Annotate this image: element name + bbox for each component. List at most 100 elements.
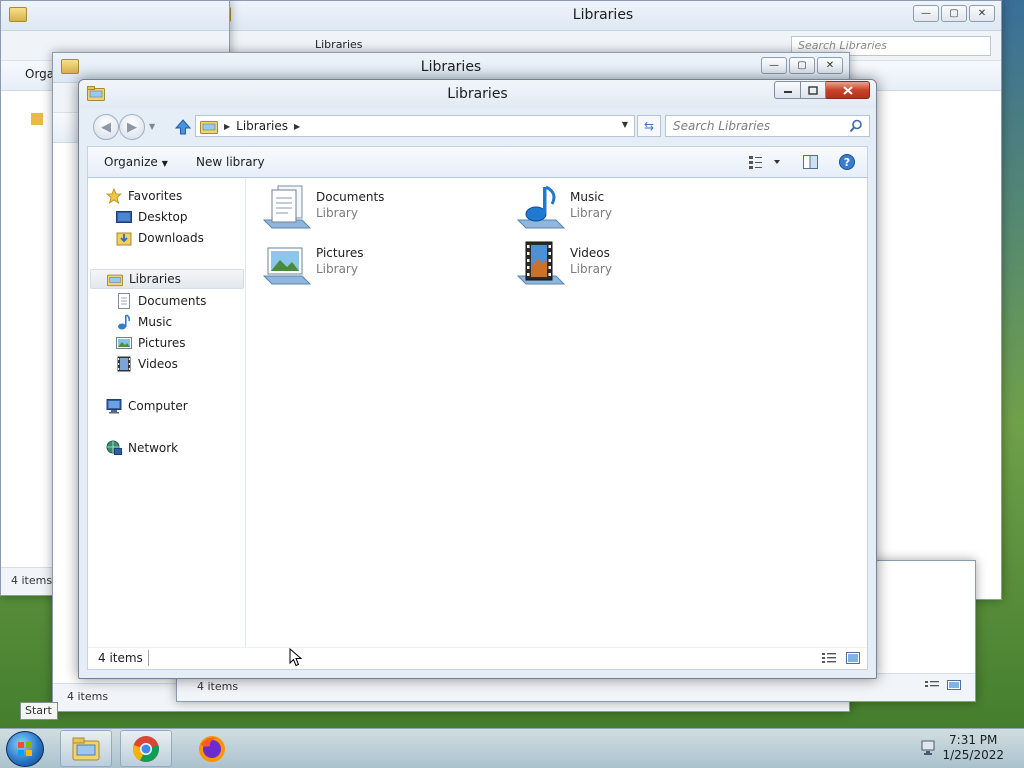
maximize-button[interactable]: ▢ [789,57,815,74]
start-button[interactable] [6,731,44,767]
network-tray-button[interactable] [920,739,938,760]
svg-text:?: ? [844,156,850,169]
pictures-library-icon [262,247,312,285]
chevron-down-icon: ▼ [161,159,168,168]
breadcrumb-separator-icon[interactable]: ▶ [294,122,300,131]
nav-computer[interactable]: Computer [106,396,188,416]
breadcrumb[interactable]: Libraries [315,38,363,51]
close-icon [842,85,853,95]
maximize-button[interactable]: ▢ [941,5,967,22]
close-button[interactable] [826,81,870,99]
nav-downloads[interactable]: Downloads [116,228,204,248]
help-icon: ? [839,154,855,170]
music-library-icon [516,185,566,229]
taskbar-explorer-button[interactable] [60,730,112,767]
nav-music[interactable]: Music [116,312,172,332]
search-icon [849,119,862,133]
back-button[interactable]: ◀ [93,114,119,140]
minimize-button[interactable] [774,81,800,99]
search-placeholder: Search Libraries [673,119,771,133]
nav-favorites[interactable]: Favorites [106,186,182,206]
recent-pages-dropdown-icon[interactable]: ▼ [149,122,155,131]
address-dropdown-icon[interactable]: ▼ [622,120,628,129]
minimize-icon [783,91,792,93]
status-bar: 4 items [88,647,867,669]
large-icons-view-icon[interactable] [946,679,962,691]
help-button[interactable]: ? [838,153,856,174]
details-view-icon[interactable] [821,651,837,665]
nav-desktop[interactable]: Desktop [116,207,188,227]
command-bar: Organize ▼ New library ? [87,146,868,178]
picture-icon [116,337,132,349]
search-input[interactable]: Search Libraries [665,115,870,137]
nav-label: Videos [138,357,178,371]
breadcrumb-libraries[interactable]: Libraries [236,119,288,133]
window-title: Libraries [572,7,634,23]
organize-button[interactable]: Organize ▼ [104,155,168,169]
window-title: Libraries [447,86,508,102]
nav-label: Desktop [138,210,188,224]
close-button[interactable]: ✕ [817,57,843,74]
nav-label: Downloads [138,231,204,245]
windows-logo-icon [18,742,32,756]
document-icon [118,293,130,309]
nav-label: Pictures [138,336,186,350]
desktop-icon [116,211,132,223]
close-button[interactable]: ✕ [969,5,995,22]
taskbar-chrome-button[interactable] [120,730,172,767]
library-pictures[interactable]: Pictures Library [262,240,482,290]
clock-date: 1/25/2022 [942,748,1004,762]
navigation-pane: Favorites Desktop Downloads Libraries Do… [88,178,246,647]
details-view-icon[interactable] [924,679,940,691]
change-view-button[interactable] [748,153,782,174]
nav-label: Computer [128,399,188,413]
library-type: Library [316,206,358,220]
nav-label: Music [138,315,173,329]
maximize-button[interactable] [800,81,826,99]
nav-libraries[interactable]: Libraries [90,269,244,289]
star-icon [106,188,122,204]
refresh-button[interactable]: ⇆ [637,115,661,137]
folder-icon [9,7,27,22]
start-tooltip: Start [20,702,58,720]
large-icons-view-icon[interactable] [845,651,861,665]
minimize-button[interactable]: — [913,5,939,22]
nav-label: Favorites [128,189,183,203]
library-name: Pictures [316,246,364,260]
preview-pane-button[interactable] [802,153,820,174]
library-type: Library [570,206,612,220]
system-clock[interactable]: 7:31 PM 1/25/2022 [942,733,1004,763]
breadcrumb-separator-icon[interactable]: ▶ [224,122,230,131]
library-documents[interactable]: Documents Library [262,184,482,234]
nav-label: Libraries [129,272,181,286]
nav-documents[interactable]: Documents [116,291,206,311]
up-arrow-icon [175,119,191,135]
nav-videos[interactable]: Videos [116,354,178,374]
explorer-window[interactable]: Libraries ◀ ▶ ▼ ▶ Libraries ▶ ▼ ⇆ Search… [78,79,877,679]
firefox-icon [199,735,225,762]
organize-button[interactable]: Orga [25,67,54,81]
computer-icon [106,399,122,414]
minimize-button[interactable]: — [761,57,787,74]
mouse-cursor-icon [289,648,303,667]
content-area: Favorites Desktop Downloads Libraries Do… [87,178,868,670]
forward-button[interactable]: ▶ [119,114,145,140]
library-videos[interactable]: Videos Library [516,240,736,290]
new-library-button[interactable]: New library [196,155,265,169]
title-bar[interactable]: Libraries [79,80,876,108]
nav-network[interactable]: Network [106,438,178,458]
library-music[interactable]: Music Library [516,184,736,234]
nav-label: Network [128,441,179,455]
star-icon [31,113,43,125]
libraries-folder-icon [107,274,123,286]
forward-arrow-icon: ▶ [127,119,137,135]
taskbar-firefox-button[interactable] [186,730,238,767]
library-name: Music [570,190,605,204]
up-button[interactable] [173,117,193,137]
view-options-icon [749,156,780,169]
back-arrow-icon: ◀ [101,119,111,135]
nav-pictures[interactable]: Pictures [116,333,186,353]
documents-library-icon [262,185,312,229]
preview-pane-icon [803,155,818,169]
address-bar[interactable]: ▶ Libraries ▶ ▼ [195,115,635,137]
